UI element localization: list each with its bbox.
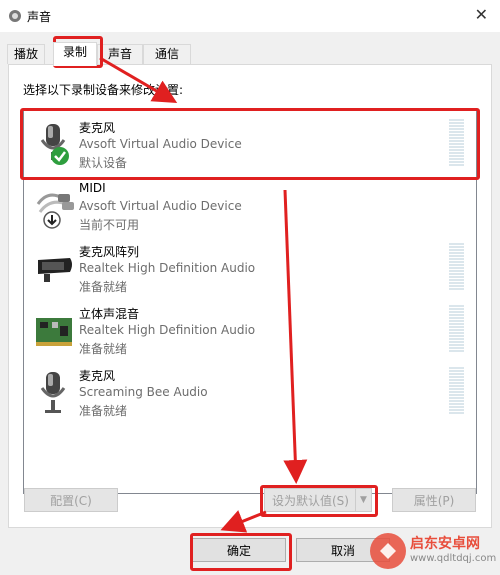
device-status: 默认设备 (79, 156, 128, 170)
speaker-icon (9, 10, 21, 22)
tab-sounds[interactable]: 声音 (97, 44, 143, 64)
device-status: 准备就绪 (79, 280, 128, 294)
microphone-icon (40, 124, 69, 165)
title-bar: 声音 ✕ (0, 0, 500, 32)
watermark-text: 启东安卓网 (410, 536, 480, 552)
device-item-midi[interactable]: MIDI Avsoft Virtual Audio Device 当前不可用 (24, 175, 476, 237)
instruction-text: 选择以下录制设备来修改设置: (23, 83, 184, 97)
ok-button[interactable]: 确定 (192, 538, 286, 562)
level-meter (449, 367, 464, 417)
chevron-down-icon[interactable]: ▼ (355, 489, 371, 511)
device-status: 准备就绪 (79, 342, 128, 356)
watermark-icon (370, 533, 406, 569)
device-list[interactable]: 麦克风 Avsoft Virtual Audio Device 默认设备 MID… (23, 108, 477, 494)
device-description: Avsoft Virtual Audio Device (79, 199, 242, 213)
device-name: MIDI (79, 181, 106, 195)
device-item-mic-array[interactable]: 麦克风阵列 Realtek High Definition Audio 准备就绪 (24, 237, 476, 299)
device-description: Realtek High Definition Audio (79, 261, 256, 275)
default-check-icon (51, 147, 69, 165)
configure-button[interactable]: 配置(C) (24, 488, 118, 512)
window-title: 声音 (27, 10, 52, 24)
device-item-microphone[interactable]: 麦克风 Avsoft Virtual Audio Device 默认设备 (24, 113, 476, 175)
tab-communications[interactable]: 通信 (143, 44, 191, 64)
watermark-logo: 启东安卓网 www.qdltdqj.com (368, 529, 496, 573)
device-item-microphone-screaming-bee[interactable]: 麦克风 Screaming Bee Audio 准备就绪 (24, 361, 476, 423)
recording-panel: 选择以下录制设备来修改设置: 麦克风 Avsoft Virtual Audio … (8, 64, 492, 528)
set-default-label: 设为默认值(S) (272, 494, 349, 508)
device-description: Realtek High Definition Audio (79, 323, 256, 337)
level-meter (449, 119, 464, 169)
level-meter (449, 305, 464, 355)
watermark-url: www.qdltdqj.com (410, 553, 497, 564)
device-name: 麦克风阵列 (79, 245, 140, 259)
midi-cable-icon (36, 193, 74, 229)
set-default-button[interactable]: 设为默认值(S) ▼ (264, 488, 372, 512)
level-meter (449, 243, 464, 293)
tab-recording[interactable]: 录制 (53, 42, 97, 66)
device-name: 麦克风 (79, 369, 116, 383)
device-item-stereo-mix[interactable]: 立体声混音 Realtek High Definition Audio 准备就绪 (24, 299, 476, 361)
device-description: Screaming Bee Audio (79, 385, 208, 399)
device-status: 当前不可用 (79, 218, 140, 232)
close-icon[interactable]: ✕ (475, 5, 488, 24)
tab-playback[interactable]: 播放 (7, 44, 45, 64)
properties-button[interactable]: 属性(P) (392, 488, 476, 512)
device-name: 立体声混音 (79, 307, 140, 321)
device-name: 麦克风 (79, 121, 116, 135)
mic-array-icon (38, 258, 72, 282)
sound-card-icon (36, 318, 72, 346)
microphone-icon (40, 372, 66, 413)
device-description: Avsoft Virtual Audio Device (79, 137, 242, 151)
device-status: 准备就绪 (79, 404, 128, 418)
